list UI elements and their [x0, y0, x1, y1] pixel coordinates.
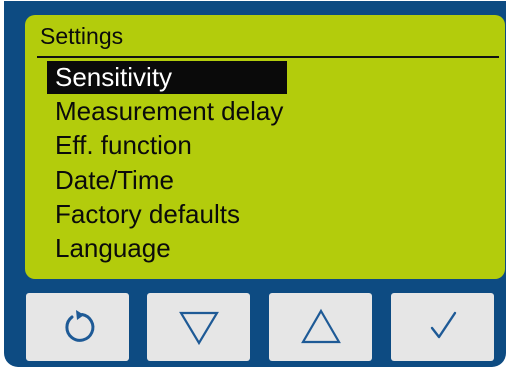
screen-title: Settings — [40, 23, 124, 49]
button-bar — [4, 288, 506, 361]
up-button[interactable] — [269, 293, 372, 361]
triangle-up-icon — [300, 308, 341, 344]
triangle-down-icon — [178, 311, 219, 346]
lcd-screen: Settings Sensitivity Measurement delay E… — [25, 15, 505, 279]
menu-item-sensitivity[interactable]: Sensitivity — [47, 61, 287, 94]
menu-item-language[interactable]: Language — [47, 232, 179, 265]
device-housing: Settings Sensitivity Measurement delay E… — [4, 1, 506, 367]
rotate-back-icon — [64, 310, 94, 342]
menu-item-date-time[interactable]: Date/Time — [47, 164, 182, 197]
check-icon — [430, 311, 456, 339]
down-button[interactable] — [147, 293, 250, 361]
confirm-button[interactable] — [391, 293, 494, 361]
menu-item-measurement-delay[interactable]: Measurement delay — [47, 95, 291, 128]
menu-item-eff-function[interactable]: Eff. function — [47, 129, 200, 162]
back-button[interactable] — [26, 293, 129, 361]
title-divider — [37, 56, 499, 58]
menu-item-factory-defaults[interactable]: Factory defaults — [47, 198, 248, 231]
